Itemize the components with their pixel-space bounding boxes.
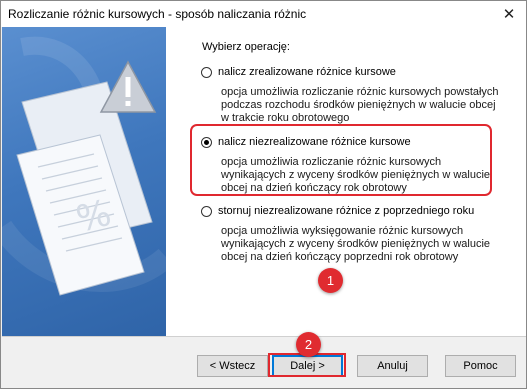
footer-separator bbox=[2, 336, 526, 337]
option-reverse-description: opcja umożliwia wyksięgowanie różnic kur… bbox=[221, 225, 491, 263]
help-button[interactable]: Pomoc bbox=[445, 355, 516, 377]
option-reverse-label[interactable]: stornuj niezrealizowane różnice z poprze… bbox=[218, 205, 474, 217]
option-realized-description: opcja umożliwia rozliczanie różnic kurso… bbox=[221, 86, 499, 124]
back-button[interactable]: < Wstecz bbox=[197, 355, 268, 377]
option-realized-label[interactable]: nalicz zrealizowane różnice kursowe bbox=[218, 66, 396, 78]
option-highlight-frame bbox=[190, 124, 492, 196]
radio-reverse[interactable] bbox=[201, 206, 212, 217]
wizard-side-panel: % bbox=[2, 27, 166, 336]
title-bar: Rozliczanie różnic kursowych - sposób na… bbox=[1, 1, 526, 27]
cancel-button[interactable]: Anuluj bbox=[357, 355, 428, 377]
step-badge-1: 1 bbox=[318, 268, 343, 293]
step-badge-2: 2 bbox=[296, 332, 321, 357]
radio-realized[interactable] bbox=[201, 67, 212, 78]
close-button[interactable]: ✕ bbox=[492, 1, 526, 27]
operation-heading: Wybierz operację: bbox=[202, 41, 290, 53]
documents-warning-illustration: % bbox=[2, 36, 166, 296]
window-title: Rozliczanie różnic kursowych - sposób na… bbox=[8, 7, 307, 21]
